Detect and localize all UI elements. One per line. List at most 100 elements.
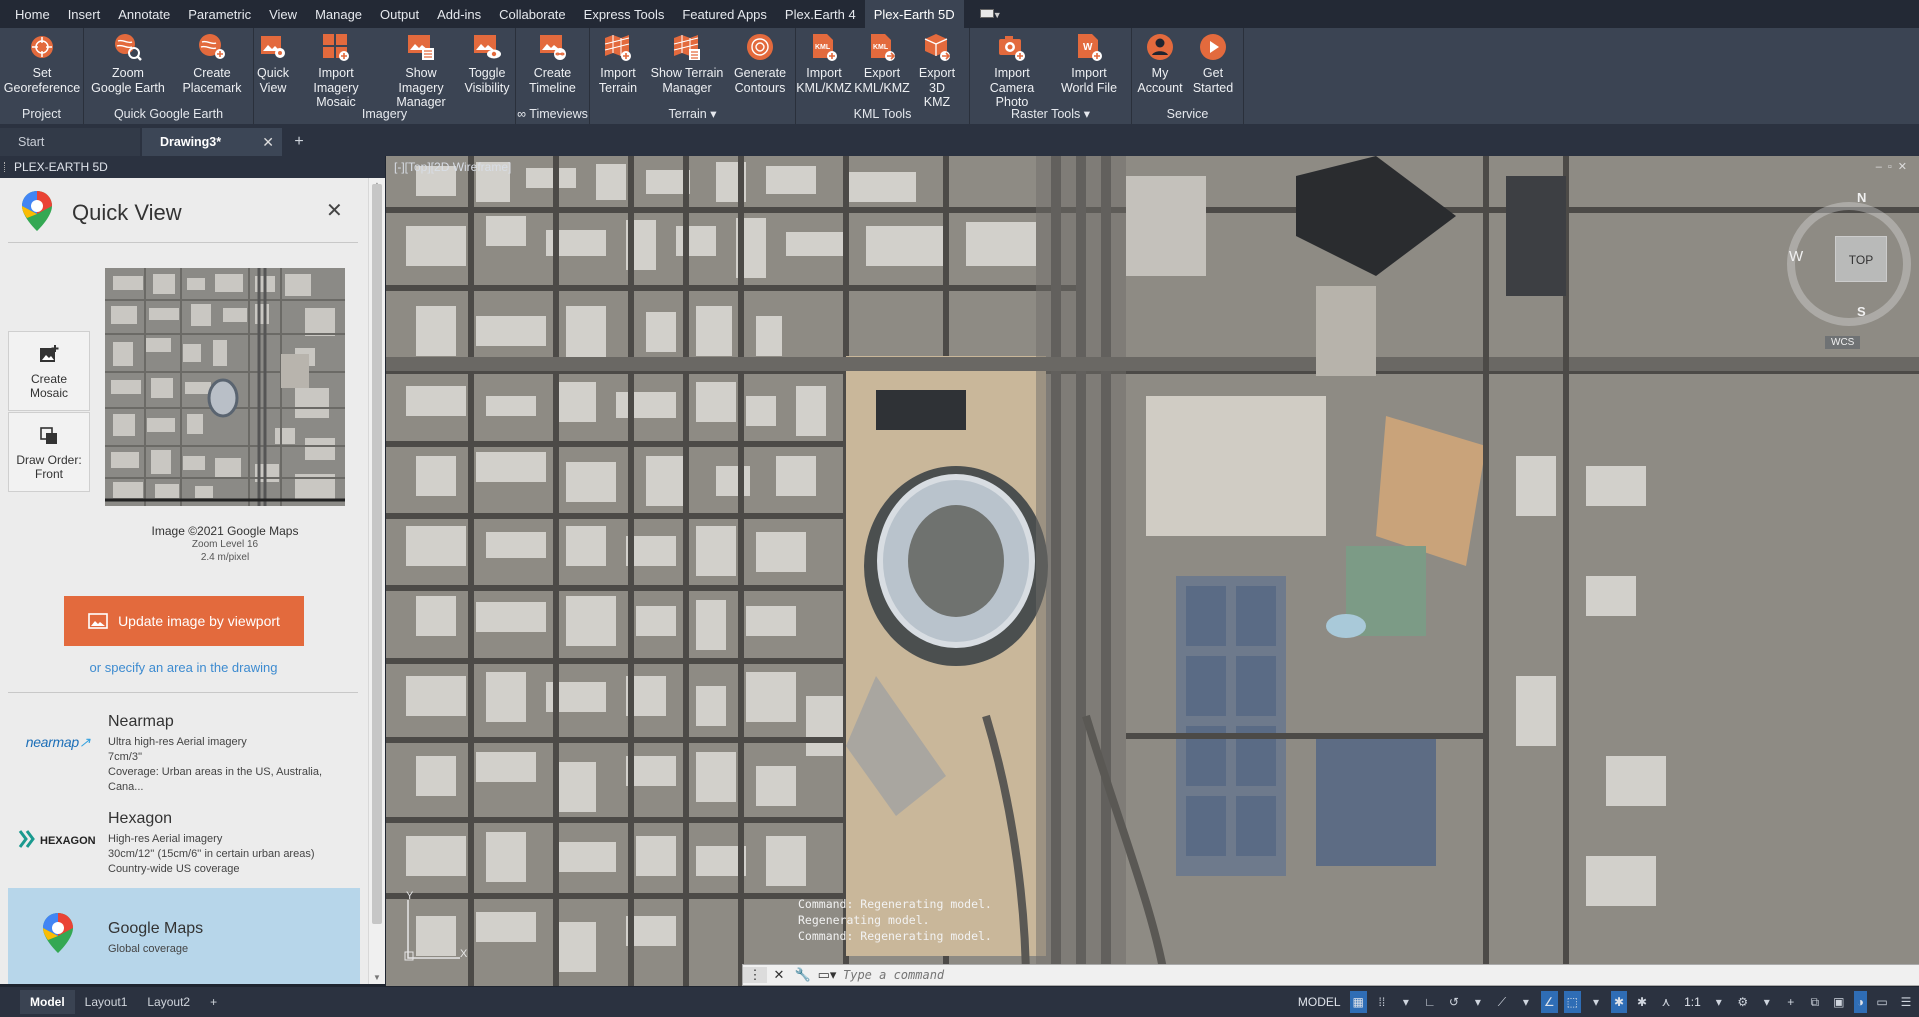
tab-insert[interactable]: Insert <box>59 0 110 28</box>
wcs-menu[interactable]: WCS <box>1825 336 1861 349</box>
tab-drawing3[interactable]: Drawing3* ✕ <box>142 128 282 156</box>
tab-plex-earth-5d[interactable]: Plex-Earth 5D <box>864 0 964 28</box>
chevron-down-icon[interactable]: ▾ <box>1710 993 1728 1011</box>
viewcube-top-face[interactable]: TOP <box>1835 236 1887 282</box>
import-world-file-button[interactable]: W Import World File <box>1054 32 1124 95</box>
wrench-icon[interactable]: 🔧 <box>791 967 815 983</box>
compass-north[interactable]: N <box>1857 190 1866 205</box>
viewport-window-controls[interactable]: –▫✕ <box>1876 160 1913 173</box>
units-icon[interactable]: ⧉ <box>1806 993 1824 1011</box>
panel-title-terrain[interactable]: Terrain ▾ <box>590 104 795 124</box>
customize-menu-icon[interactable]: ☰ <box>1897 993 1915 1011</box>
tab-annotate[interactable]: Annotate <box>109 0 179 28</box>
show-imagery-manager-button[interactable]: Show Imagery Manager <box>380 32 462 110</box>
zoom-level-text: Zoom Level 16 <box>191 539 259 550</box>
panel-title-quick-google-earth: Quick Google Earth <box>113 107 224 121</box>
tab-layout2[interactable]: Layout2 <box>137 990 200 1014</box>
tab-manage[interactable]: Manage <box>306 0 371 28</box>
quick-view-button[interactable]: Quick View <box>254 32 292 95</box>
object-snap-icon[interactable]: ⬚ <box>1563 991 1581 1013</box>
import-kml-button[interactable]: KML Import KML/KMZ <box>796 32 852 95</box>
compass-south[interactable]: S <box>1857 304 1866 319</box>
draw-order-button[interactable]: Draw Order: Front <box>8 412 90 492</box>
tab-parametric[interactable]: Parametric <box>179 0 260 28</box>
auto-scale-icon[interactable]: ✱ <box>1633 993 1651 1011</box>
workspace-dropdown[interactable]: ▼ <box>978 8 1002 20</box>
create-mosaic-button[interactable]: Create Mosaic <box>8 331 90 411</box>
add-layout-button[interactable]: + <box>200 990 227 1014</box>
tab-output[interactable]: Output <box>371 0 428 28</box>
graphics-performance-icon[interactable]: ◑ <box>1853 991 1867 1013</box>
grip-icon[interactable] <box>4 162 7 172</box>
tab-plex-earth-4[interactable]: Plex.Earth 4 <box>776 0 865 28</box>
grid-icon[interactable]: ▦ <box>1349 991 1367 1013</box>
tab-featured-apps[interactable]: Featured Apps <box>673 0 776 28</box>
viewcube[interactable]: N W S TOP WCS <box>1769 186 1911 349</box>
my-account-button[interactable]: My Account <box>1132 32 1188 95</box>
command-input[interactable] <box>839 965 1919 985</box>
palette-scrollbar[interactable]: ▲ ▼ <box>368 178 385 984</box>
zoom-google-earth-button[interactable]: Zoom Google Earth <box>84 32 172 95</box>
create-timeline-button[interactable]: Create Timeline <box>516 32 589 95</box>
scrollbar-thumb[interactable] <box>372 184 382 924</box>
viewport-controls[interactable]: [-][Top][2D Wireframe] <box>394 160 511 174</box>
new-tab-button[interactable]: + <box>284 128 314 156</box>
chevron-down-icon[interactable]: ▾ <box>1469 993 1487 1011</box>
chevron-down-icon[interactable]: ▾ <box>1587 993 1605 1011</box>
import-camera-photo-button[interactable]: Import Camera Photo <box>970 32 1054 110</box>
tab-view[interactable]: View <box>260 0 306 28</box>
tab-home[interactable]: Home <box>6 0 59 28</box>
svg-text:HEXAGON: HEXAGON <box>40 835 96 847</box>
import-terrain-button[interactable]: Import Terrain <box>590 32 646 95</box>
quick-properties-icon[interactable]: ▣ <box>1830 993 1848 1011</box>
add-image-icon <box>9 344 89 370</box>
provider-nearmap[interactable]: nearmap↗ Nearmap Ultra high-res Aerial i… <box>8 697 360 793</box>
command-prompt-icon[interactable]: ▭▾ <box>815 967 839 983</box>
model-space-toggle[interactable]: MODEL <box>1295 991 1344 1013</box>
close-icon[interactable]: ✕ <box>262 128 274 156</box>
set-georeference-button[interactable]: Set Georeference <box>0 32 84 95</box>
tab-add-ins[interactable]: Add-ins <box>428 0 490 28</box>
export-kml-button[interactable]: KML Export KML/KMZ <box>852 32 912 95</box>
tab-express-tools[interactable]: Express Tools <box>575 0 674 28</box>
provider-hexagon[interactable]: HEXAGON Hexagon High-res Aerial imagery … <box>8 794 360 884</box>
chevron-down-icon[interactable]: ▾ <box>1517 993 1535 1011</box>
polar-tracking-icon[interactable]: ↺ <box>1445 993 1463 1011</box>
gear-icon[interactable]: ⚙ <box>1734 993 1752 1011</box>
get-started-button[interactable]: Get Started <box>1188 32 1238 95</box>
annotation-scale-dropdown[interactable]: 1:1 <box>1681 991 1704 1013</box>
specify-area-link[interactable]: or specify an area in the drawing <box>0 660 367 675</box>
tab-model[interactable]: Model <box>20 990 75 1014</box>
clean-screen-icon[interactable]: ▭ <box>1873 993 1891 1011</box>
annotation-scale-icon[interactable]: ⋏ <box>1657 993 1675 1011</box>
provider-google-maps[interactable]: Google Maps Global coverage <box>8 888 360 984</box>
drawing-viewport[interactable]: [-][Top][2D Wireframe] –▫✕ N W S TOP WCS… <box>386 156 1919 986</box>
tab-layout1[interactable]: Layout1 <box>75 990 138 1014</box>
plus-icon[interactable]: + <box>1782 993 1800 1011</box>
show-terrain-manager-button[interactable]: Show Terrain Manager <box>646 32 728 95</box>
annotation-visibility-icon[interactable]: ✱ <box>1611 991 1628 1013</box>
import-imagery-mosaic-button[interactable]: Import Imagery Mosaic <box>292 32 380 110</box>
generate-contours-button[interactable]: Generate Contours <box>728 32 792 95</box>
palette-title-bar[interactable]: PLEX-EARTH 5D <box>0 156 385 178</box>
close-icon[interactable]: ✕ <box>326 198 343 223</box>
export-kml-label: Export KML/KMZ <box>854 66 910 95</box>
ortho-icon[interactable]: ∟ <box>1421 993 1439 1011</box>
tab-start[interactable]: Start <box>0 128 140 156</box>
tab-collaborate[interactable]: Collaborate <box>490 0 575 28</box>
compass-west[interactable]: W <box>1789 248 1803 265</box>
snap-icon[interactable]: ⁞⁞ <box>1373 993 1391 1011</box>
export-3d-kmz-button[interactable]: Export 3D KMZ <box>912 32 962 110</box>
update-image-label: Update image by viewport <box>118 613 280 629</box>
chevron-down-icon[interactable]: ▾ <box>1397 993 1415 1011</box>
scroll-down-icon[interactable]: ▼ <box>373 973 381 982</box>
isodraft-icon[interactable]: ⟋ <box>1493 993 1511 1011</box>
object-snap-tracking-icon[interactable]: ∠ <box>1540 991 1558 1013</box>
close-icon[interactable]: ✕ <box>767 967 791 983</box>
grip-icon[interactable]: ⋮ <box>743 967 767 983</box>
chevron-down-icon[interactable]: ▾ <box>1758 993 1776 1011</box>
create-placemark-button[interactable]: Create Placemark <box>172 32 252 95</box>
toggle-visibility-button[interactable]: Toggle Visibility <box>462 32 512 95</box>
update-image-button[interactable]: Update image by viewport <box>64 596 304 646</box>
panel-title-raster-tools[interactable]: Raster Tools ▾ <box>970 104 1131 124</box>
